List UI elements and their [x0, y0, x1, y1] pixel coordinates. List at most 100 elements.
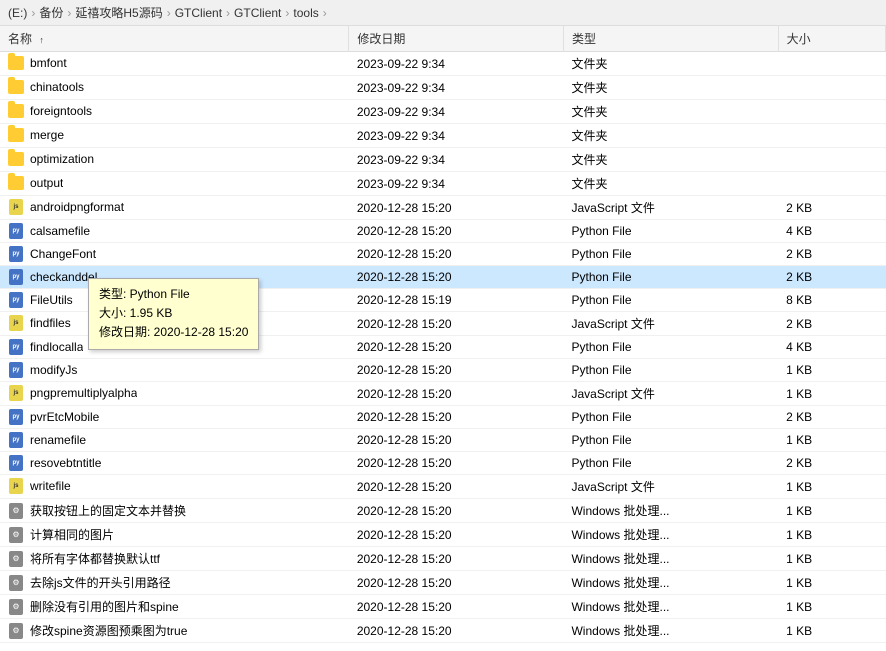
table-row[interactable]: 计算相同的图片2020-12-28 15:20Windows 批处理...1 K…: [0, 523, 886, 547]
table-row[interactable]: merge2023-09-22 9:34文件夹: [0, 124, 886, 148]
file-type: Python File: [563, 336, 778, 359]
address-part-6[interactable]: tools: [293, 6, 318, 20]
table-row[interactable]: 删除没有引用的图片和spine2020-12-28 15:20Windows 批…: [0, 595, 886, 619]
file-date: 2023-09-22 9:34: [349, 52, 564, 76]
file-name-cell: merge: [0, 124, 349, 146]
address-part-4[interactable]: GTClient: [175, 6, 222, 20]
file-name-text: foreigntools: [30, 104, 92, 118]
file-date: 2020-12-28 15:20: [349, 196, 564, 220]
file-date: 2020-12-28 15:20: [349, 312, 564, 336]
file-name-text: androidpngformat: [30, 200, 124, 214]
folder-icon: [8, 79, 24, 95]
file-type: Windows 批处理...: [563, 619, 778, 643]
table-row[interactable]: renamefile2020-12-28 15:20Python File1 K…: [0, 429, 886, 452]
file-type: 文件夹: [563, 172, 778, 196]
bat-icon: [8, 551, 24, 567]
file-name-cell: writefile: [0, 475, 349, 497]
file-size: 1 KB: [778, 523, 885, 547]
table-row[interactable]: foreigntools2023-09-22 9:34文件夹: [0, 100, 886, 124]
python-icon: [8, 432, 24, 448]
address-part-2[interactable]: 备份: [39, 4, 63, 21]
file-type: Python File: [563, 220, 778, 243]
file-name-text: calsamefile: [30, 224, 90, 238]
file-name-cell: calsamefile: [0, 220, 349, 242]
file-name-text: findlocalla: [30, 340, 83, 354]
address-bar: (E:) › 备份 › 延禧攻略H5源码 › GTClient › GTClie…: [0, 0, 886, 26]
file-size: [778, 76, 885, 100]
file-type: Windows 批处理...: [563, 595, 778, 619]
table-row[interactable]: 获取按钮上的固定文本并替换2020-12-28 15:20Windows 批处理…: [0, 499, 886, 523]
python-icon: [8, 246, 24, 262]
file-date: 2020-12-28 15:20: [349, 643, 564, 648]
file-type: 文件夹: [563, 52, 778, 76]
file-date: 2020-12-28 15:20: [349, 523, 564, 547]
python-icon: [8, 339, 24, 355]
file-name-cell: 修改文件夹的图片名: [0, 643, 349, 647]
table-row[interactable]: 修改文件夹的图片名2020-12-28 15:20Windows 批处理...1…: [0, 643, 886, 648]
folder-icon: [8, 103, 24, 119]
file-date: 2023-09-22 9:34: [349, 172, 564, 196]
file-name-cell: 计算相同的图片: [0, 523, 349, 546]
file-date: 2020-12-28 15:20: [349, 452, 564, 475]
file-size: [778, 148, 885, 172]
col-size[interactable]: 大小: [778, 26, 885, 52]
file-name-text: bmfont: [30, 56, 67, 70]
file-name-text: chinatools: [30, 80, 84, 94]
file-type: Python File: [563, 359, 778, 382]
file-name-text: 去除js文件的开头引用路径: [30, 574, 171, 591]
table-row[interactable]: chinatools2023-09-22 9:34文件夹: [0, 76, 886, 100]
file-name-cell: chinatools: [0, 76, 349, 98]
file-size: 2 KB: [778, 243, 885, 266]
table-row[interactable]: 将所有字体都替换默认ttf2020-12-28 15:20Windows 批处理…: [0, 547, 886, 571]
table-row[interactable]: writefile2020-12-28 15:20JavaScript 文件1 …: [0, 475, 886, 499]
bat-icon: [8, 647, 24, 648]
tooltip-type: 类型: Python File: [99, 285, 248, 304]
file-date: 2020-12-28 15:20: [349, 571, 564, 595]
file-type: Python File: [563, 289, 778, 312]
file-size: [778, 52, 885, 76]
table-row[interactable]: modifyJs2020-12-28 15:20Python File1 KB: [0, 359, 886, 382]
file-name-cell: 将所有字体都替换默认ttf: [0, 547, 349, 570]
table-row[interactable]: androidpngformat2020-12-28 15:20JavaScri…: [0, 196, 886, 220]
col-name[interactable]: 名称 ↑: [0, 26, 349, 52]
table-row[interactable]: ChangeFont2020-12-28 15:20Python File2 K…: [0, 243, 886, 266]
file-type: 文件夹: [563, 124, 778, 148]
file-size: 2 KB: [778, 452, 885, 475]
file-name-text: modifyJs: [30, 363, 77, 377]
file-date: 2023-09-22 9:34: [349, 100, 564, 124]
table-row[interactable]: optimization2023-09-22 9:34文件夹: [0, 148, 886, 172]
bat-icon: [8, 623, 24, 639]
file-type: Windows 批处理...: [563, 523, 778, 547]
col-date[interactable]: 修改日期: [349, 26, 564, 52]
file-list-container[interactable]: 名称 ↑ 修改日期 类型 大小 bmfont2023-09-22 9:34文件夹…: [0, 26, 886, 647]
file-name-text: 将所有字体都替换默认ttf: [30, 550, 160, 567]
file-type: 文件夹: [563, 76, 778, 100]
table-row[interactable]: resovebtntitle2020-12-28 15:20Python Fil…: [0, 452, 886, 475]
tooltip-size: 大小: 1.95 KB: [99, 304, 248, 323]
python-icon: [8, 269, 24, 285]
file-size: [778, 100, 885, 124]
table-row[interactable]: pvrEtcMobile2020-12-28 15:20Python File2…: [0, 406, 886, 429]
table-row[interactable]: output2023-09-22 9:34文件夹: [0, 172, 886, 196]
file-name-text: findfiles: [30, 316, 71, 330]
address-part-3[interactable]: 延禧攻略H5源码: [75, 4, 162, 21]
file-type: Python File: [563, 452, 778, 475]
file-name-text: merge: [30, 128, 64, 142]
file-name-text: 修改文件夹的图片名: [30, 646, 138, 647]
file-type: Python File: [563, 266, 778, 289]
table-row[interactable]: 修改spine资源图预乘图为true2020-12-28 15:20Window…: [0, 619, 886, 643]
file-size: 1 KB: [778, 499, 885, 523]
file-name-cell: 去除js文件的开头引用路径: [0, 571, 349, 594]
col-type[interactable]: 类型: [563, 26, 778, 52]
address-part-1[interactable]: (E:): [8, 6, 27, 20]
table-row[interactable]: 去除js文件的开头引用路径2020-12-28 15:20Windows 批处理…: [0, 571, 886, 595]
file-size: 1 KB: [778, 595, 885, 619]
file-name-cell: pngpremultiplyalpha: [0, 382, 349, 404]
table-row[interactable]: pngpremultiplyalpha2020-12-28 15:20JavaS…: [0, 382, 886, 406]
address-part-5[interactable]: GTClient: [234, 6, 281, 20]
file-date: 2020-12-28 15:20: [349, 266, 564, 289]
file-type: Python File: [563, 406, 778, 429]
table-row[interactable]: bmfont 2023-09-22 9:34文件夹: [0, 52, 886, 76]
tooltip-box: 类型: Python File 大小: 1.95 KB 修改日期: 2020-1…: [88, 278, 259, 350]
table-row[interactable]: calsamefile2020-12-28 15:20Python File4 …: [0, 220, 886, 243]
